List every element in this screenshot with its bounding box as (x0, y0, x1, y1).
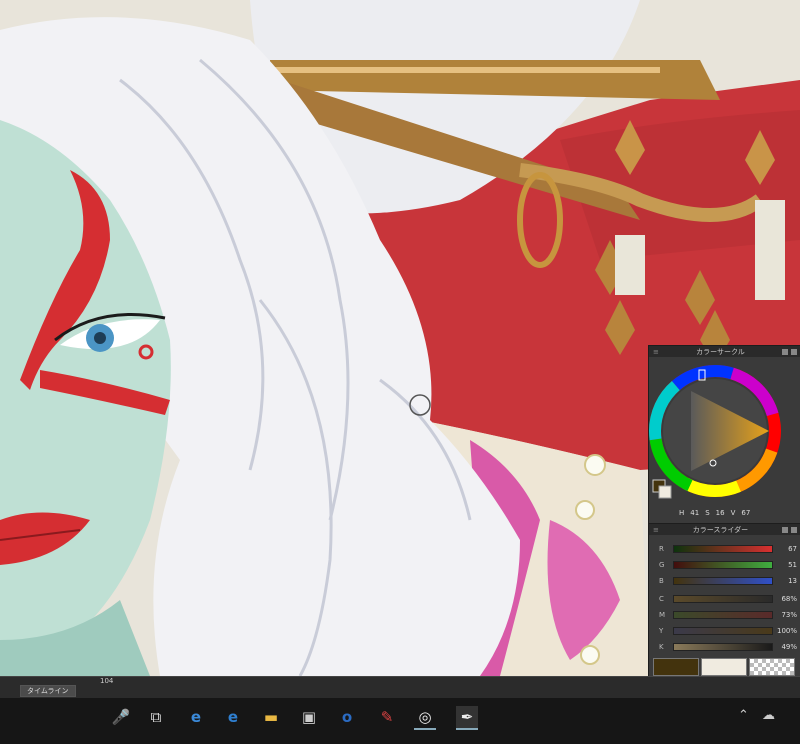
zoom-value[interactable]: 104 (100, 677, 113, 685)
app-status-bar: 104 タイムライン (0, 676, 800, 699)
b-bar[interactable] (673, 577, 773, 585)
v-label: V (730, 509, 736, 517)
sub-color-swatch[interactable] (701, 658, 747, 676)
c-value[interactable]: 68% (777, 595, 797, 603)
s-value: 16 (715, 509, 725, 517)
k-bar[interactable] (673, 643, 773, 651)
microphone-icon[interactable]: 🎤 (110, 706, 132, 728)
h-label: H (679, 509, 685, 517)
b-value[interactable]: 13 (777, 577, 797, 585)
g-slider[interactable]: G 51 (659, 560, 797, 570)
transparent-color-swatch[interactable] (749, 658, 795, 676)
edge-icon[interactable]: e (222, 706, 244, 728)
r-label: R (659, 545, 664, 553)
y-bar[interactable] (673, 627, 773, 635)
clip-studio-icon[interactable]: ◎ (414, 706, 436, 730)
color-slider-title: カラースライダー (692, 525, 749, 534)
paint-icon[interactable]: ✎ (376, 706, 398, 728)
close-icon[interactable] (791, 526, 797, 533)
color-slider-title-bar[interactable]: ≡ カラースライダー (649, 524, 800, 535)
task-view-icon[interactable]: ⧉ (145, 706, 167, 728)
s-label: S (705, 509, 710, 517)
color-circle-title-bar[interactable]: ≡ カラーサークル (649, 346, 800, 357)
windows-taskbar: 🎤 ⧉ e e ▬ ▣ o ✎ ◎ ✒ ⌃ ☁ (0, 698, 800, 744)
g-value[interactable]: 51 (777, 561, 797, 569)
m-label: M (659, 611, 666, 619)
color-slider-panel: ≡ カラースライダー R 67 G 51 B 13 C 68% M 73% Y … (648, 523, 800, 680)
r-value[interactable]: 67 (777, 545, 797, 553)
minimize-icon[interactable] (782, 348, 788, 355)
b-label: B (659, 577, 664, 585)
v-value: 67 (741, 509, 751, 517)
main-color-swatch[interactable] (653, 658, 699, 676)
timeline-tab[interactable]: タイムライン (20, 685, 76, 697)
close-icon[interactable] (791, 348, 797, 355)
minimize-icon[interactable] (782, 526, 788, 533)
color-wheel[interactable] (649, 358, 800, 503)
hsv-values: H 41 S 16 V 67 (679, 509, 750, 517)
store-icon[interactable]: ▣ (298, 706, 320, 728)
file-explorer-icon[interactable]: ▬ (260, 706, 282, 728)
h-value: 41 (690, 509, 700, 517)
color-circle-title: カラーサークル (696, 347, 745, 356)
chevron-up-icon[interactable]: ⌃ (738, 708, 749, 723)
k-label: K (659, 643, 664, 651)
b-slider[interactable]: B 13 (659, 576, 797, 586)
m-value[interactable]: 73% (777, 611, 797, 619)
outlook-icon[interactable]: o (336, 706, 358, 728)
k-slider[interactable]: K 49% (659, 642, 797, 652)
c-slider[interactable]: C 68% (659, 594, 797, 604)
g-label: G (659, 561, 665, 569)
m-slider[interactable]: M 73% (659, 610, 797, 620)
r-bar[interactable] (673, 545, 773, 553)
m-bar[interactable] (673, 611, 773, 619)
k-value[interactable]: 49% (777, 643, 797, 651)
y-label: Y (659, 627, 664, 635)
g-bar[interactable] (673, 561, 773, 569)
r-slider[interactable]: R 67 (659, 544, 797, 554)
y-slider[interactable]: Y 100% (659, 626, 797, 636)
color-circle-panel: ≡ カラーサークル H 41 S 16 V 67 (648, 345, 800, 525)
ie-icon[interactable]: e (185, 706, 207, 728)
clip-studio-paint-icon[interactable]: ✒ (456, 706, 478, 730)
y-value[interactable]: 100% (777, 627, 797, 635)
c-bar[interactable] (673, 595, 773, 603)
onedrive-icon[interactable]: ☁ (762, 708, 775, 723)
c-label: C (659, 595, 664, 603)
